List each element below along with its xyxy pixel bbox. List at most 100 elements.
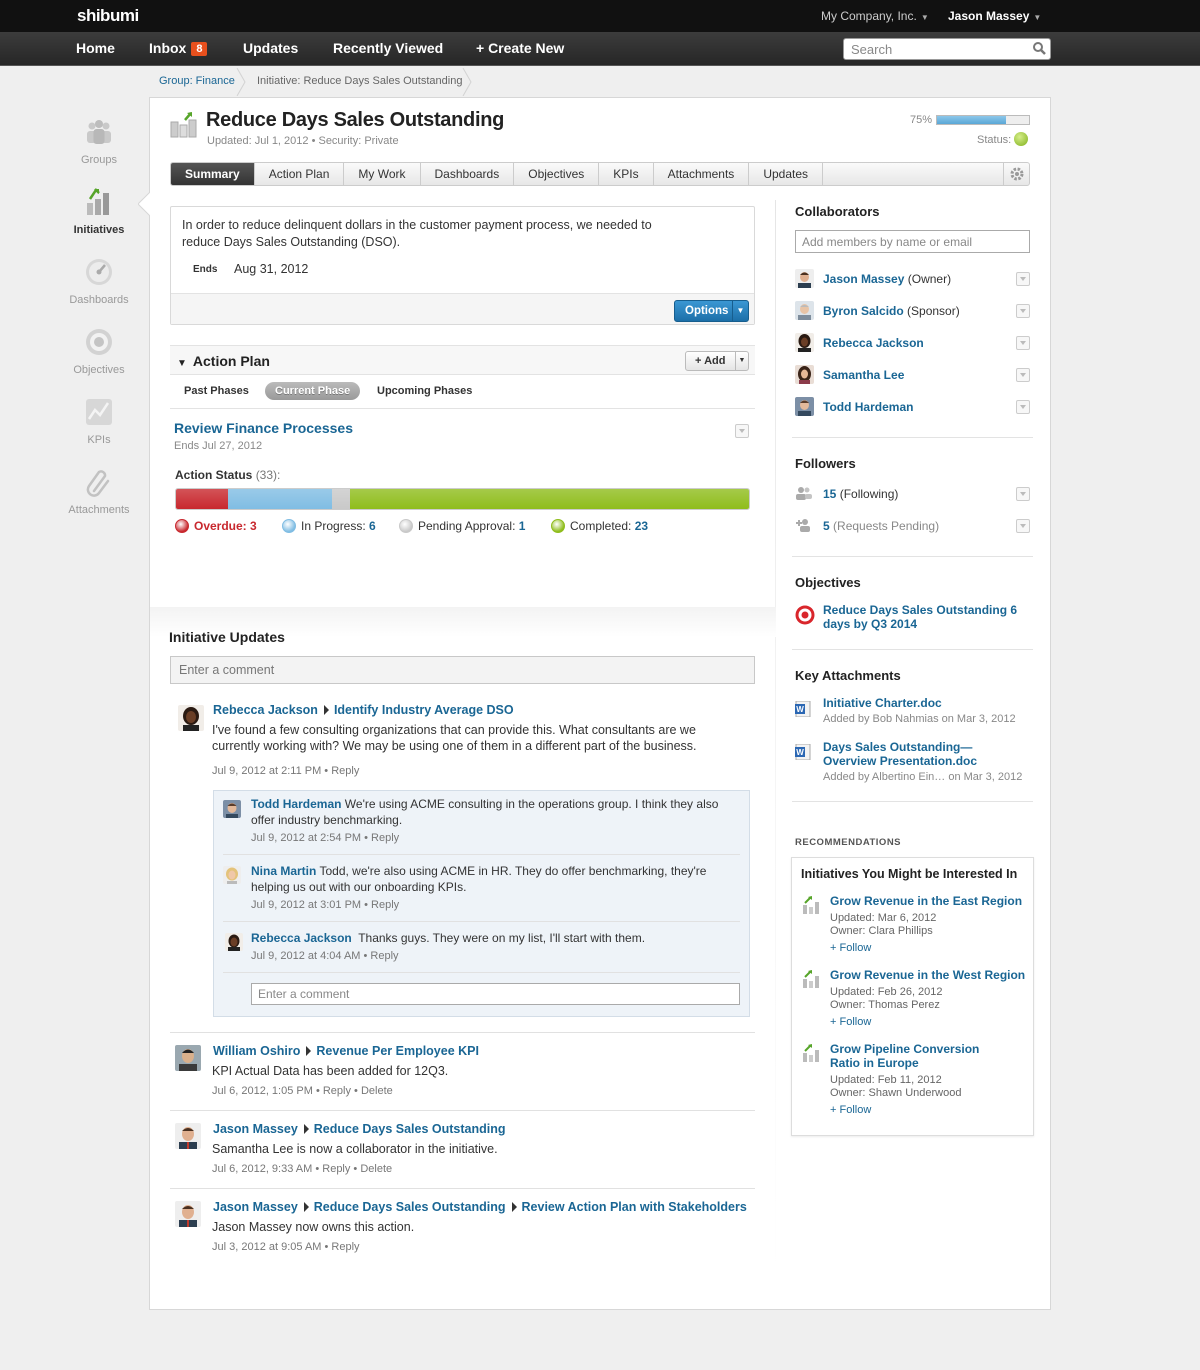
sidebar-item-objectives[interactable]: Objectives bbox=[60, 327, 138, 376]
update-meta[interactable]: Jul 6, 2012, 1:05 PM • Reply • Delete bbox=[212, 1085, 393, 1097]
phase-name-link[interactable]: Review Finance Processes bbox=[174, 420, 353, 436]
update-target[interactable]: Reduce Days Sales Outstanding bbox=[314, 1200, 506, 1214]
divider bbox=[170, 1110, 755, 1111]
sidebar-item-groups[interactable]: Groups bbox=[60, 117, 138, 166]
company-name: My Company, Inc. bbox=[821, 9, 917, 23]
legend-item[interactable]: Pending Approval: 1 bbox=[399, 519, 525, 533]
tab-my-work[interactable]: My Work bbox=[344, 163, 421, 185]
update-author[interactable]: Rebecca Jackson bbox=[213, 703, 318, 717]
add-members-input[interactable]: Add members by name or email bbox=[795, 230, 1030, 253]
update-target[interactable]: Review Action Plan with Stakeholders bbox=[522, 1200, 747, 1214]
reply-meta[interactable]: Jul 9, 2012 at 2:54 PM • Reply bbox=[251, 832, 399, 844]
nav-updates[interactable]: Updates bbox=[243, 40, 298, 56]
action-plan-title[interactable]: ▼ Action Plan bbox=[177, 353, 270, 369]
update-target[interactable]: Identify Industry Average DSO bbox=[334, 703, 514, 717]
sidebar-item-attachments[interactable]: Attachments bbox=[60, 467, 138, 516]
collaborator-menu-dropdown[interactable] bbox=[1016, 336, 1030, 350]
status-segment bbox=[332, 489, 350, 509]
phase-current[interactable]: Current Phase bbox=[265, 382, 361, 400]
collapse-triangle-icon[interactable]: ▼ bbox=[177, 358, 187, 369]
legend-item[interactable]: Overdue: 3 bbox=[175, 519, 257, 533]
follow-button[interactable]: + Follow bbox=[830, 942, 871, 954]
legend-count[interactable]: 6 bbox=[369, 519, 376, 533]
phase-upcoming[interactable]: Upcoming Phases bbox=[377, 385, 472, 397]
recommendation-link[interactable]: Grow Revenue in the East Region bbox=[830, 894, 1022, 908]
nav-recently-viewed[interactable]: Recently Viewed bbox=[333, 40, 443, 56]
update-meta[interactable]: Jul 9, 2012 at 2:11 PM • Reply bbox=[212, 765, 359, 777]
tab-attachments[interactable]: Attachments bbox=[654, 163, 750, 185]
reply-meta[interactable]: Jul 9, 2012 at 4:04 AM • Reply bbox=[251, 950, 399, 962]
collaborator-menu-dropdown[interactable] bbox=[1016, 400, 1030, 414]
breadcrumb-group[interactable]: Group: Finance bbox=[159, 75, 235, 87]
follow-button[interactable]: + Follow bbox=[830, 1016, 871, 1028]
pending-menu-dropdown[interactable] bbox=[1016, 519, 1030, 533]
update-author[interactable]: William Oshiro bbox=[213, 1044, 300, 1058]
recommendation-link[interactable]: Grow Pipeline Conversion Ratio in Europe bbox=[830, 1042, 1005, 1070]
update-target[interactable]: Revenue Per Employee KPI bbox=[316, 1044, 479, 1058]
follow-button[interactable]: + Follow bbox=[830, 1104, 871, 1116]
nav-home[interactable]: Home bbox=[76, 40, 115, 56]
objective-link[interactable]: Reduce Days Sales Outstanding 6 days by … bbox=[823, 603, 1028, 631]
user-menu[interactable]: Jason Massey ▼ bbox=[948, 9, 1041, 23]
update-author[interactable]: Jason Massey bbox=[213, 1200, 298, 1214]
legend-count[interactable]: 23 bbox=[635, 519, 648, 533]
tab-dashboards[interactable]: Dashboards bbox=[421, 163, 515, 185]
collaborator-link[interactable]: Rebecca Jackson bbox=[823, 336, 924, 350]
add-button[interactable]: + Add ▼ bbox=[685, 351, 749, 371]
paperclip-icon bbox=[86, 470, 110, 497]
search-input[interactable]: Search bbox=[843, 38, 1051, 60]
tab-objectives[interactable]: Objectives bbox=[514, 163, 600, 185]
update-meta[interactable]: Jul 6, 2012, 9:33 AM • Reply • Delete bbox=[212, 1163, 392, 1175]
pending-count-link[interactable]: 5 bbox=[823, 519, 830, 533]
chevron-down-icon[interactable]: ▼ bbox=[732, 301, 748, 321]
options-button[interactable]: Options ▼ bbox=[674, 300, 749, 322]
legend-item[interactable]: Completed: 23 bbox=[551, 519, 648, 533]
comment-input[interactable]: Enter a comment bbox=[170, 656, 755, 684]
reply-author[interactable]: Rebecca Jackson bbox=[251, 931, 352, 945]
sidebar-item-initiatives[interactable]: Initiatives bbox=[60, 187, 138, 236]
collaborator-link[interactable]: Jason Massey bbox=[823, 272, 904, 286]
reply-comment-input[interactable]: Enter a comment bbox=[251, 983, 740, 1005]
legend-count[interactable]: 3 bbox=[250, 519, 257, 533]
legend-count[interactable]: 1 bbox=[519, 519, 526, 533]
update-text: Samantha Lee is now a collaborator in th… bbox=[212, 1142, 498, 1156]
reply-author[interactable]: Todd Hardeman bbox=[251, 797, 341, 811]
nav-create-new[interactable]: + Create New bbox=[476, 40, 564, 56]
update-target[interactable]: Reduce Days Sales Outstanding bbox=[314, 1122, 506, 1136]
tab-updates[interactable]: Updates bbox=[749, 163, 824, 185]
attachment-link[interactable]: Initiative Charter.doc bbox=[823, 696, 942, 710]
chevron-down-icon[interactable]: ▼ bbox=[735, 352, 748, 370]
phase-past[interactable]: Past Phases bbox=[184, 385, 249, 397]
tab-action-plan[interactable]: Action Plan bbox=[255, 163, 345, 185]
status-segment bbox=[228, 489, 333, 509]
collaborator-link[interactable]: Byron Salcido bbox=[823, 304, 904, 318]
sidebar-item-kpis[interactable]: KPIs bbox=[60, 397, 138, 446]
collaborator-menu-dropdown[interactable] bbox=[1016, 304, 1030, 318]
tab-kpis[interactable]: KPIs bbox=[599, 163, 654, 185]
legend-item[interactable]: In Progress: 6 bbox=[282, 519, 376, 533]
sidebar-item-label: Initiatives bbox=[73, 224, 125, 236]
divider bbox=[792, 801, 1033, 802]
phase-menu-dropdown[interactable] bbox=[735, 424, 749, 438]
recommendation-link[interactable]: Grow Revenue in the West Region bbox=[830, 968, 1025, 982]
collaborator-menu-dropdown[interactable] bbox=[1016, 368, 1030, 382]
reply-author[interactable]: Nina Martin bbox=[251, 864, 316, 878]
search-icon[interactable] bbox=[1032, 41, 1046, 55]
nav-inbox[interactable]: Inbox 8 bbox=[149, 40, 208, 56]
sidebar-item-dashboards[interactable]: Dashboards bbox=[60, 257, 138, 306]
attachment-link[interactable]: Days Sales Outstanding—Overview Presenta… bbox=[823, 740, 1023, 768]
collaborator-link[interactable]: Samantha Lee bbox=[823, 368, 904, 382]
settings-button[interactable] bbox=[1003, 163, 1029, 185]
collaborator-menu-dropdown[interactable] bbox=[1016, 272, 1030, 286]
reply-body: Todd, we're also using ACME in HR. They … bbox=[251, 864, 707, 894]
update-meta[interactable]: Jul 3, 2012 at 9:05 AM • Reply bbox=[212, 1241, 360, 1253]
tab-summary[interactable]: Summary bbox=[171, 163, 255, 185]
legend-label: In Progress: bbox=[301, 519, 370, 533]
update-author[interactable]: Jason Massey bbox=[213, 1122, 298, 1136]
app-logo[interactable]: shibumi bbox=[77, 6, 139, 26]
collaborator-link[interactable]: Todd Hardeman bbox=[823, 400, 913, 414]
company-switcher[interactable]: My Company, Inc. ▼ bbox=[821, 9, 929, 23]
reply-meta[interactable]: Jul 9, 2012 at 3:01 PM • Reply bbox=[251, 899, 399, 911]
following-count-link[interactable]: 15 bbox=[823, 487, 836, 501]
followers-menu-dropdown[interactable] bbox=[1016, 487, 1030, 501]
